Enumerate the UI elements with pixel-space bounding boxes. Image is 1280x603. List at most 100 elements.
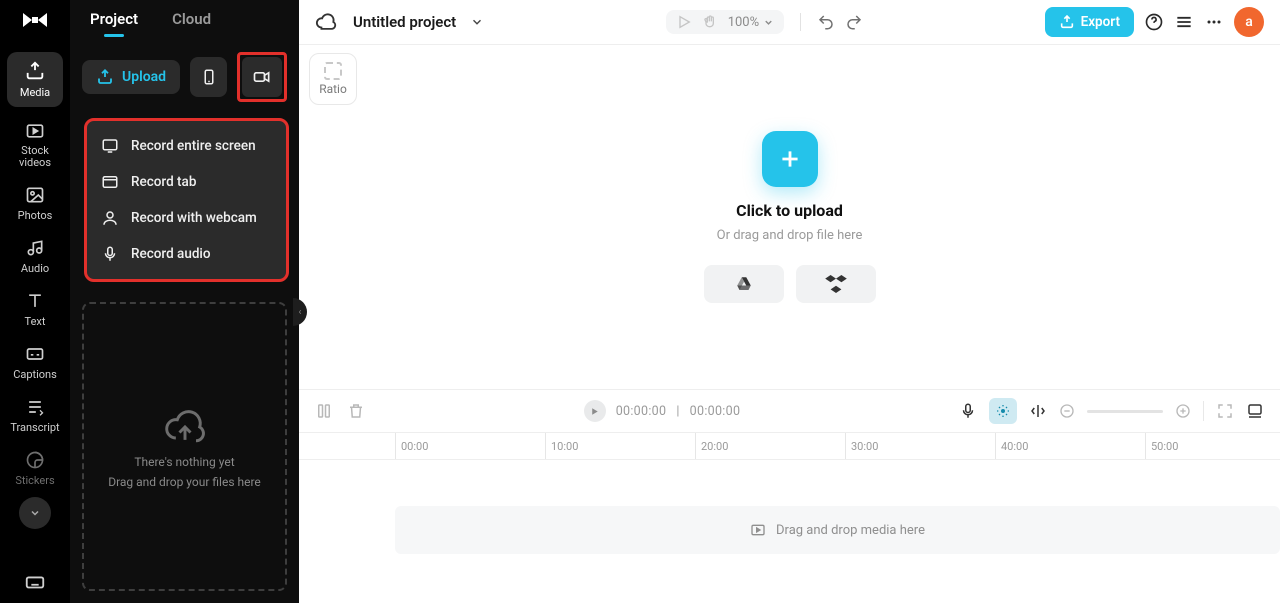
timeline-tracks[interactable]: Drag and drop media here xyxy=(299,460,1280,603)
zoom-out-icon[interactable] xyxy=(1059,403,1075,419)
left-rail: Media Stock videos Photos Audio Text Cap… xyxy=(0,0,70,603)
tab-project[interactable]: Project xyxy=(90,10,138,36)
topbar: Untitled project 100% Export a xyxy=(299,0,1280,45)
timeline-play-button[interactable] xyxy=(584,400,606,422)
ruler-tick: 50:00 xyxy=(1145,433,1178,459)
drop-hint-text: Drag and drop media here xyxy=(776,523,925,538)
help-icon[interactable] xyxy=(1144,12,1164,32)
cloud-sources xyxy=(704,265,876,303)
rail-label: Text xyxy=(25,315,46,328)
upload-plus-button[interactable] xyxy=(762,131,818,187)
ratio-icon xyxy=(324,62,342,80)
main-area: Untitled project 100% Export a xyxy=(299,0,1280,603)
monitor-icon xyxy=(101,137,119,155)
timeline-ruler[interactable]: 00:00 10:00 20:00 30:00 40:00 50:00 xyxy=(299,432,1280,460)
record-audio[interactable]: Record audio xyxy=(93,239,280,269)
timeline-drop-hint[interactable]: Drag and drop media here xyxy=(395,506,1280,554)
upload-zone: Click to upload Or drag and drop file he… xyxy=(704,131,876,303)
voiceover-icon[interactable] xyxy=(959,402,977,420)
menu-item-label: Record audio xyxy=(131,246,211,262)
app-logo xyxy=(15,6,55,34)
menu-item-label: Record tab xyxy=(131,174,196,190)
cloud-upload-icon xyxy=(159,405,211,449)
menu-item-label: Record entire screen xyxy=(131,138,256,154)
tab-cloud[interactable]: Cloud xyxy=(172,10,211,36)
rail-photos[interactable]: Photos xyxy=(7,177,63,230)
rail-stickers[interactable]: Stickers xyxy=(7,442,63,495)
play-preview-icon[interactable] xyxy=(676,14,692,30)
export-icon xyxy=(1059,14,1075,30)
panel-dropzone[interactable]: There's nothing yet Drag and drop your f… xyxy=(82,302,287,591)
record-tab[interactable]: Record tab xyxy=(93,167,280,197)
redo-icon[interactable] xyxy=(845,13,863,31)
tab-icon xyxy=(101,173,119,191)
cut-mode-icon[interactable] xyxy=(1029,402,1047,420)
upload-title: Click to upload xyxy=(736,201,843,220)
ratio-label: Ratio xyxy=(319,82,347,96)
zoom-in-icon[interactable] xyxy=(1175,403,1191,419)
panel-tabs: Project Cloud xyxy=(70,0,299,36)
panel-toolbar: Upload xyxy=(70,36,299,112)
upload-label: Upload xyxy=(122,69,166,85)
undo-icon[interactable] xyxy=(817,13,835,31)
record-button[interactable] xyxy=(242,57,282,97)
rail-label: Stock videos xyxy=(7,145,63,169)
menu-item-label: Record with webcam xyxy=(131,210,257,226)
time-separator: | xyxy=(676,404,679,419)
empty-title: There's nothing yet xyxy=(134,455,234,469)
google-drive-icon xyxy=(734,275,754,293)
media-icon xyxy=(750,522,766,538)
ruler-tick: 30:00 xyxy=(845,433,878,459)
rail-label: Photos xyxy=(18,209,53,222)
timeline-toolbar: 00:00:00 | 00:00:00 xyxy=(299,390,1280,432)
rail-label: Media xyxy=(20,86,50,99)
time-current: 00:00:00 xyxy=(616,404,667,419)
microphone-icon xyxy=(101,245,119,263)
rail-text[interactable]: Text xyxy=(7,283,63,336)
rail-audio[interactable]: Audio xyxy=(7,230,63,283)
google-drive-button[interactable] xyxy=(704,265,784,303)
ruler-tick: 10:00 xyxy=(545,433,578,459)
rail-media[interactable]: Media xyxy=(7,52,63,107)
stage: Ratio Click to upload Or drag and drop f… xyxy=(299,45,1280,389)
rail-label: Transcript xyxy=(10,421,59,434)
ruler-tick: 40:00 xyxy=(995,433,1028,459)
dock-icon[interactable] xyxy=(1246,402,1264,420)
preview-controls: 100% xyxy=(666,10,784,34)
time-total: 00:00:00 xyxy=(690,404,741,419)
zoom-slider[interactable] xyxy=(1087,410,1163,413)
plus-icon xyxy=(777,146,803,172)
project-caret-icon[interactable] xyxy=(470,15,484,29)
delete-icon[interactable] xyxy=(347,402,365,420)
rail-stock-videos[interactable]: Stock videos xyxy=(7,113,63,177)
phone-import-button[interactable] xyxy=(190,57,227,97)
hand-tool-icon[interactable] xyxy=(702,14,718,30)
dropbox-icon xyxy=(825,275,847,293)
record-webcam[interactable]: Record with webcam xyxy=(93,203,280,233)
split-icon[interactable] xyxy=(315,402,333,420)
rail-expand-button[interactable] xyxy=(19,497,51,529)
rail-captions[interactable]: Captions xyxy=(7,336,63,389)
zoom-level[interactable]: 100% xyxy=(728,15,774,30)
empty-sub: Drag and drop your files here xyxy=(108,475,261,489)
project-title[interactable]: Untitled project xyxy=(353,13,456,31)
dropbox-button[interactable] xyxy=(796,265,876,303)
export-button[interactable]: Export xyxy=(1045,7,1134,37)
rail-label: Audio xyxy=(21,262,49,275)
media-panel: Project Cloud Upload Record entire scree… xyxy=(70,0,299,603)
record-entire-screen[interactable]: Record entire screen xyxy=(93,131,280,161)
cloud-sync-icon[interactable] xyxy=(315,11,337,33)
rail-keyboard-icon[interactable] xyxy=(7,571,63,593)
user-avatar[interactable]: a xyxy=(1234,7,1264,37)
layout-icon[interactable] xyxy=(1174,12,1194,32)
record-dropdown-menu: Record entire screen Record tab Record w… xyxy=(84,118,289,282)
timeline: 00:00:00 | 00:00:00 00:00 xyxy=(299,389,1280,603)
upload-sub: Or drag and drop file here xyxy=(717,228,863,243)
fullscreen-icon[interactable] xyxy=(1216,402,1234,420)
rail-transcript[interactable]: Transcript xyxy=(7,389,63,442)
more-icon[interactable] xyxy=(1204,12,1224,32)
upload-button[interactable]: Upload xyxy=(82,60,180,94)
ratio-button[interactable]: Ratio xyxy=(309,53,357,105)
ruler-tick: 20:00 xyxy=(695,433,728,459)
auto-captions-icon[interactable] xyxy=(989,398,1017,424)
